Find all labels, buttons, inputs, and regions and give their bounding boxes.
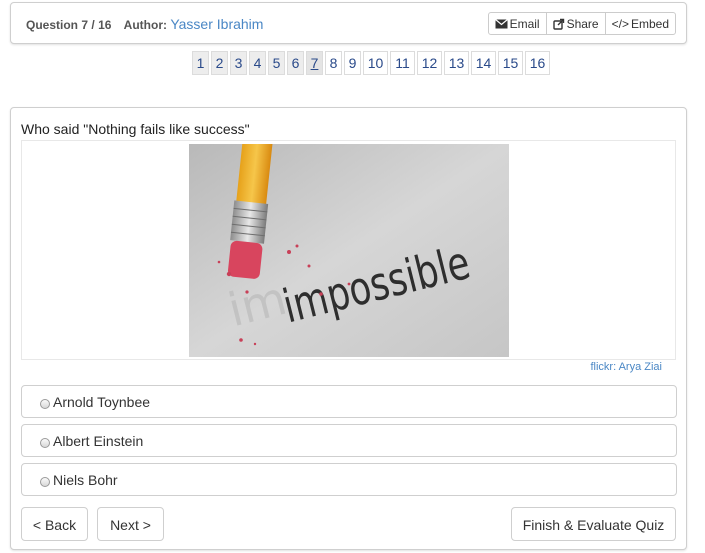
page-link-3[interactable]: 3	[230, 51, 247, 75]
next-button[interactable]: Next >	[97, 507, 164, 541]
code-icon: </>	[611, 16, 629, 31]
answer-label: Niels Bohr	[53, 472, 118, 488]
share-button-group: Email Share </> Embed	[487, 12, 676, 35]
page-link-12[interactable]: 12	[417, 51, 442, 75]
question-image-frame: im impossible	[21, 140, 676, 360]
page-link-6[interactable]: 6	[287, 51, 304, 75]
embed-label: Embed	[630, 16, 669, 31]
question-meta: Question 7 / 16 Author: Yasser Ibrahim	[26, 16, 263, 32]
question-text: Who said "Nothing fails like success"	[21, 121, 250, 137]
question-image: im impossible	[189, 144, 509, 357]
quiz-header: Question 7 / 16 Author: Yasser Ibrahim E…	[10, 2, 687, 44]
page-link-5[interactable]: 5	[268, 51, 285, 75]
image-credit-link[interactable]: flickr: Arya Ziai	[590, 361, 662, 373]
question-pagination: 1 2 3 4 5 6 7 8 9 10 11 12 13 14 15 16	[192, 51, 552, 75]
answer-label: Albert Einstein	[53, 433, 144, 449]
radio-button[interactable]	[40, 399, 50, 409]
author-link[interactable]: Yasser Ibrahim	[170, 16, 263, 32]
page-link-4[interactable]: 4	[249, 51, 266, 75]
author-label: Author:	[123, 18, 167, 32]
finish-evaluate-button[interactable]: Finish & Evaluate Quiz	[511, 507, 676, 541]
question-panel: Who said "Nothing fails like success" im…	[10, 107, 687, 550]
answer-option[interactable]: Albert Einstein	[21, 424, 677, 457]
question-label: Question	[26, 18, 79, 32]
page-link-7[interactable]: 7	[306, 51, 323, 75]
page-link-13[interactable]: 13	[444, 51, 469, 75]
answer-option[interactable]: Niels Bohr	[21, 463, 677, 496]
share-label: Share	[566, 16, 599, 31]
answer-label: Arnold Toynbee	[53, 394, 151, 410]
page-link-9[interactable]: 9	[344, 51, 361, 75]
page-link-1[interactable]: 1	[192, 51, 209, 75]
embed-button[interactable]: </> Embed	[604, 13, 675, 34]
question-total: 16	[98, 18, 112, 32]
page-link-15[interactable]: 15	[498, 51, 523, 75]
page-link-14[interactable]: 14	[471, 51, 496, 75]
question-slash: /	[91, 18, 95, 32]
radio-button[interactable]	[40, 438, 50, 448]
share-arrow-icon	[552, 18, 565, 30]
page-link-16[interactable]: 16	[525, 51, 550, 75]
radio-button[interactable]	[40, 477, 50, 487]
answer-option[interactable]: Arnold Toynbee	[21, 385, 677, 418]
envelope-icon	[494, 18, 508, 29]
email-button[interactable]: Email	[489, 13, 546, 34]
page-link-8[interactable]: 8	[325, 51, 342, 75]
page-link-2[interactable]: 2	[211, 51, 228, 75]
page-link-10[interactable]: 10	[363, 51, 388, 75]
page-link-11[interactable]: 11	[390, 51, 415, 75]
share-button[interactable]: Share	[545, 13, 605, 34]
question-current: 7	[81, 18, 89, 32]
email-label: Email	[509, 16, 540, 31]
back-button[interactable]: < Back	[21, 507, 88, 541]
